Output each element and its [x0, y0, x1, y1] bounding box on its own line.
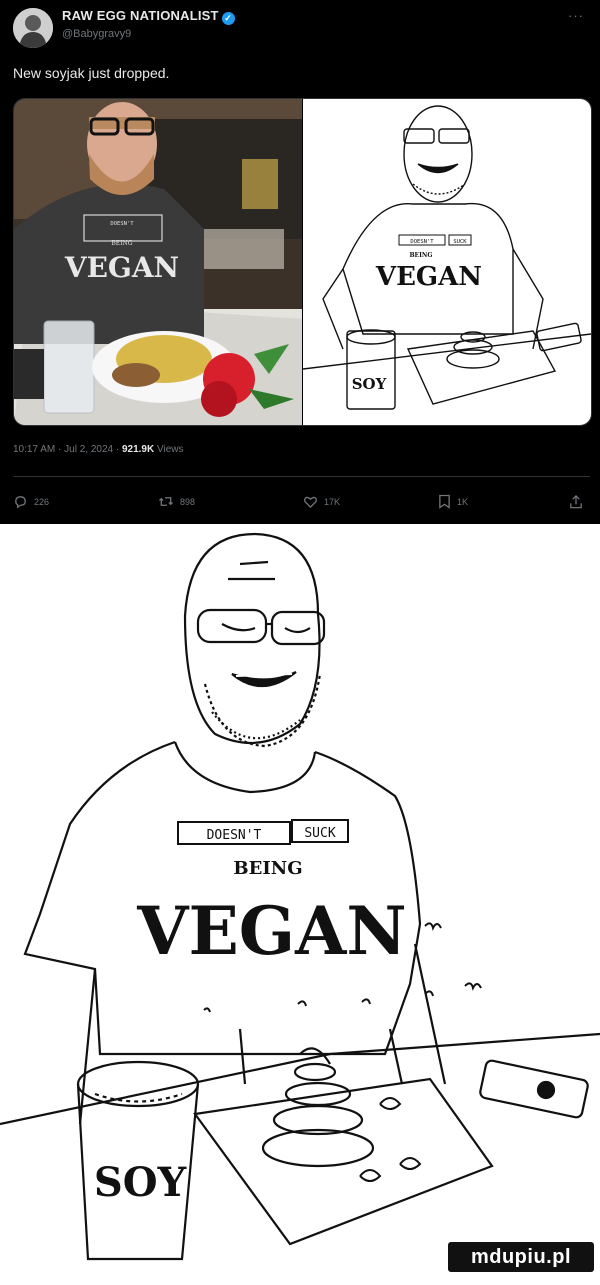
watermark: mdupiu.pl — [448, 1242, 594, 1272]
user-handle[interactable]: @Babygravy9 — [62, 28, 131, 40]
glasses-left — [196, 608, 268, 644]
bookmark-icon — [439, 494, 450, 509]
tweet-media[interactable]: DOESN'T BEING VEGAN DOESN'T SUCK BEING V… — [13, 98, 592, 426]
shirt-text-being: BEING — [233, 858, 302, 879]
reply-icon — [15, 496, 26, 509]
food-tray — [193, 1077, 494, 1246]
views-count: 921.9K — [121, 444, 155, 455]
more-options-icon[interactable]: ··· — [568, 8, 584, 23]
reply-button[interactable]: 226 — [13, 494, 49, 509]
share-icon — [570, 494, 582, 509]
head-outline — [183, 532, 321, 745]
display-name-text[interactable]: RAW EGG NATIONALIST — [62, 8, 219, 23]
cup-label: SOY — [94, 1159, 187, 1206]
views-label: Views — [154, 444, 184, 455]
drawing-shirt-line1a: DOESN'T — [410, 239, 434, 245]
media-photo[interactable]: DOESN'T BEING VEGAN — [14, 99, 302, 425]
poop-pile — [261, 1128, 375, 1168]
media-drawing[interactable]: DOESN'T SUCK BEING VEGAN SOY — [302, 99, 591, 425]
like-count: 17K — [324, 496, 341, 507]
drawing-cup-label: SOY — [352, 375, 387, 393]
display-name[interactable]: RAW EGG NATIONALIST ✓ — [62, 8, 235, 25]
tweet-meta: 10:17 AM · Jul 2, 2024 · 921.9K Views — [13, 444, 183, 455]
shirt-text-doesnt: DOESN'T — [207, 828, 262, 843]
photo-shirt-line2: BEING — [111, 240, 132, 247]
like-icon — [303, 496, 318, 509]
share-button[interactable] — [569, 494, 583, 509]
tweet-text: New soyjak just dropped. — [13, 65, 170, 81]
repost-button[interactable]: 898 — [158, 494, 195, 509]
drawing-shirt-line2: BEING — [409, 252, 432, 259]
repost-icon — [158, 497, 174, 506]
photo-shirt-line3: VEGAN — [64, 251, 179, 284]
shirt-text-vegan: VEGAN — [136, 892, 406, 970]
tweet-card: RAW EGG NATIONALIST ✓ @Babygravy9 ··· New… — [0, 0, 600, 524]
repost-count: 898 — [180, 496, 196, 507]
timestamp[interactable]: 10:17 AM · Jul 2, 2024 · — [13, 444, 122, 455]
glasses-right — [270, 610, 326, 646]
drawing-shirt-line3: VEGAN — [375, 262, 482, 292]
shirt-text-suck: SUCK — [304, 826, 335, 841]
soyjak-drawing-large: DOESN'T SUCK BEING VEGAN SOY mdupiu.pl — [0, 524, 600, 1280]
bookmark-count: 1K — [457, 496, 469, 507]
bookmark-button[interactable]: 1K — [438, 494, 468, 509]
action-bar: 226 898 17K 1K — [13, 494, 590, 514]
photo-shirt-line1: DOESN'T — [110, 221, 134, 227]
like-button[interactable]: 17K — [303, 494, 340, 509]
reply-count: 226 — [34, 496, 50, 507]
avatar[interactable] — [13, 8, 53, 48]
verified-badge-icon: ✓ — [221, 12, 235, 25]
phone — [479, 1059, 589, 1119]
divider — [13, 476, 590, 477]
table-edge — [0, 1032, 600, 1126]
drawing-shirt-line1b: SUCK — [453, 239, 467, 245]
